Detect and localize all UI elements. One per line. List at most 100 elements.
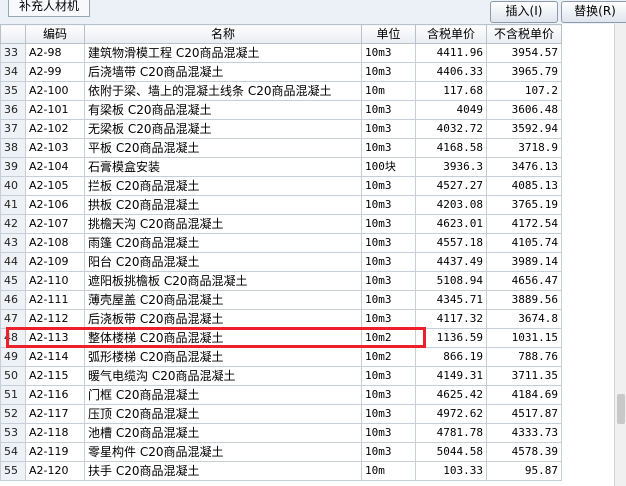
cell-tax-price[interactable]: 4345.71 xyxy=(415,290,487,310)
table-row[interactable]: 49 A2-114 弧形楼梯 C20商品混凝土 10m2 866.19 788.76 xyxy=(0,347,562,367)
cell-tax-price[interactable]: 4623.01 xyxy=(415,214,487,234)
cell-tax-price[interactable]: 103.33 xyxy=(415,461,487,481)
cell-tax-price[interactable]: 4781.78 xyxy=(415,423,487,443)
cell-code[interactable]: A2-101 xyxy=(25,100,85,120)
cell-code[interactable]: A2-108 xyxy=(25,233,85,253)
cell-code[interactable]: A2-116 xyxy=(25,385,85,405)
cell-notax-price[interactable]: 788.76 xyxy=(486,347,562,367)
cell-tax-price[interactable]: 4203.08 xyxy=(415,195,487,215)
row-index[interactable]: 36 xyxy=(0,100,26,120)
row-index[interactable]: 39 xyxy=(0,157,26,177)
row-index[interactable]: 44 xyxy=(0,252,26,272)
cell-notax-price[interactable]: 3989.14 xyxy=(486,252,562,272)
cell-name[interactable]: 压顶 C20商品混凝土 xyxy=(84,404,362,424)
table-row[interactable]: 47 A2-112 后浇板带 C20商品混凝土 10m3 4117.32 3674.8 xyxy=(0,309,562,329)
row-index[interactable]: 50 xyxy=(0,366,26,386)
cell-name[interactable]: 依附于梁、墙上的混凝土线条 C20商品混凝土 xyxy=(84,81,362,101)
cell-notax-price[interactable]: 4085.13 xyxy=(486,176,562,196)
cell-name[interactable]: 阳台 C20商品混凝土 xyxy=(84,252,362,272)
cell-tax-price[interactable]: 5108.94 xyxy=(415,271,487,291)
table-row[interactable]: 42 A2-107 挑檐天沟 C20商品混凝土 10m3 4623.01 4172.54 xyxy=(0,214,562,234)
cell-unit[interactable]: 10m3 xyxy=(361,309,416,329)
cell-code[interactable]: A2-99 xyxy=(25,62,85,82)
cell-name[interactable]: 平板 C20商品混凝土 xyxy=(84,138,362,158)
cell-unit[interactable]: 10m3 xyxy=(361,138,416,158)
table-row[interactable]: 53 A2-118 池槽 C20商品混凝土 10m3 4781.78 4333.73 xyxy=(0,423,562,443)
cell-tax-price[interactable]: 866.19 xyxy=(415,347,487,367)
cell-unit[interactable]: 10m3 xyxy=(361,62,416,82)
cell-unit[interactable]: 10m3 xyxy=(361,404,416,424)
cell-tax-price[interactable]: 4117.32 xyxy=(415,309,487,329)
cell-unit[interactable]: 10m3 xyxy=(361,423,416,443)
cell-tax-price[interactable]: 4557.18 xyxy=(415,233,487,253)
row-index[interactable]: 46 xyxy=(0,290,26,310)
table-row[interactable]: 44 A2-109 阳台 C20商品混凝土 10m3 4437.49 3989.14 xyxy=(0,252,562,272)
cell-unit[interactable]: 10m xyxy=(361,81,416,101)
cell-unit[interactable]: 10m2 xyxy=(361,347,416,367)
cell-notax-price[interactable]: 95.87 xyxy=(486,461,562,481)
row-index[interactable]: 49 xyxy=(0,347,26,367)
cell-notax-price[interactable]: 3765.19 xyxy=(486,195,562,215)
cell-code[interactable]: A2-106 xyxy=(25,195,85,215)
table-row[interactable]: 35 A2-100 依附于梁、墙上的混凝土线条 C20商品混凝土 10m 117.68 1… xyxy=(0,81,562,101)
table-row[interactable]: 46 A2-111 薄壳屋盖 C20商品混凝土 10m3 4345.71 3889.56 xyxy=(0,290,562,310)
row-index[interactable]: 55 xyxy=(0,461,26,481)
row-index[interactable]: 33 xyxy=(0,43,26,63)
cell-code[interactable]: A2-118 xyxy=(25,423,85,443)
cell-name[interactable]: 弧形楼梯 C20商品混凝土 xyxy=(84,347,362,367)
tab-supplementary-materials[interactable]: 补充人材机 xyxy=(8,0,90,17)
cell-code[interactable]: A2-103 xyxy=(25,138,85,158)
cell-tax-price[interactable]: 5044.58 xyxy=(415,442,487,462)
table-row[interactable]: 34 A2-99 后浇墙带 C20商品混凝土 10m3 4406.33 3965.79 xyxy=(0,62,562,82)
cell-notax-price[interactable]: 4656.47 xyxy=(486,271,562,291)
cell-code[interactable]: A2-107 xyxy=(25,214,85,234)
cell-name[interactable]: 拦板 C20商品混凝土 xyxy=(84,176,362,196)
row-index[interactable]: 34 xyxy=(0,62,26,82)
cell-name[interactable]: 遮阳板挑檐板 C20商品混凝土 xyxy=(84,271,362,291)
cell-code[interactable]: A2-98 xyxy=(25,43,85,63)
cell-unit[interactable]: 10m3 xyxy=(361,290,416,310)
cell-notax-price[interactable]: 3954.57 xyxy=(486,43,562,63)
cell-code[interactable]: A2-119 xyxy=(25,442,85,462)
cell-notax-price[interactable]: 4578.39 xyxy=(486,442,562,462)
cell-unit[interactable]: 10m3 xyxy=(361,252,416,272)
row-index[interactable]: 54 xyxy=(0,442,26,462)
cell-name[interactable]: 薄壳屋盖 C20商品混凝土 xyxy=(84,290,362,310)
cell-notax-price[interactable]: 3476.13 xyxy=(486,157,562,177)
cell-name[interactable]: 后浇板带 C20商品混凝土 xyxy=(84,309,362,329)
cell-code[interactable]: A2-100 xyxy=(25,81,85,101)
cell-notax-price[interactable]: 4184.69 xyxy=(486,385,562,405)
row-index[interactable]: 45 xyxy=(0,271,26,291)
cell-tax-price[interactable]: 4168.58 xyxy=(415,138,487,158)
table-row[interactable]: 33 A2-98 建筑物滑模工程 C20商品混凝土 10m3 4411.96 3954.5… xyxy=(0,43,562,63)
cell-notax-price[interactable]: 107.2 xyxy=(486,81,562,101)
cell-unit[interactable]: 10m3 xyxy=(361,214,416,234)
cell-name[interactable]: 门框 C20商品混凝土 xyxy=(84,385,362,405)
cell-code[interactable]: A2-113 xyxy=(25,328,85,348)
cell-tax-price[interactable]: 117.68 xyxy=(415,81,487,101)
table-row[interactable]: 55 A2-120 扶手 C20商品混凝土 10m 103.33 95.87 xyxy=(0,461,562,481)
cell-tax-price[interactable]: 4406.33 xyxy=(415,62,487,82)
cell-notax-price[interactable]: 3718.9 xyxy=(486,138,562,158)
cell-name[interactable]: 挑檐天沟 C20商品混凝土 xyxy=(84,214,362,234)
cell-notax-price[interactable]: 3965.79 xyxy=(486,62,562,82)
table-row[interactable]: 40 A2-105 拦板 C20商品混凝土 10m3 4527.27 4085.13 xyxy=(0,176,562,196)
cell-name[interactable]: 无梁板 C20商品混凝土 xyxy=(84,119,362,139)
cell-notax-price[interactable]: 1031.15 xyxy=(486,328,562,348)
cell-unit[interactable]: 10m3 xyxy=(361,385,416,405)
cell-tax-price[interactable]: 4032.72 xyxy=(415,119,487,139)
cell-name[interactable]: 暖气电缆沟 C20商品混凝土 xyxy=(84,366,362,386)
column-header-index[interactable] xyxy=(0,24,26,44)
table-row[interactable]: 51 A2-116 门框 C20商品混凝土 10m3 4625.42 4184.69 xyxy=(0,385,562,405)
column-header-notax-price[interactable]: 不含税单价 xyxy=(486,24,562,44)
cell-name[interactable]: 石膏模盒安装 xyxy=(84,157,362,177)
cell-tax-price[interactable]: 4149.31 xyxy=(415,366,487,386)
cell-notax-price[interactable]: 4105.74 xyxy=(486,233,562,253)
cell-code[interactable]: A2-102 xyxy=(25,119,85,139)
cell-unit[interactable]: 10m3 xyxy=(361,43,416,63)
cell-unit[interactable]: 10m3 xyxy=(361,442,416,462)
cell-name[interactable]: 整体楼梯 C20商品混凝土 xyxy=(84,328,362,348)
cell-notax-price[interactable]: 3674.8 xyxy=(486,309,562,329)
table-row[interactable]: 41 A2-106 拱板 C20商品混凝土 10m3 4203.08 3765.19 xyxy=(0,195,562,215)
cell-tax-price[interactable]: 3936.3 xyxy=(415,157,487,177)
